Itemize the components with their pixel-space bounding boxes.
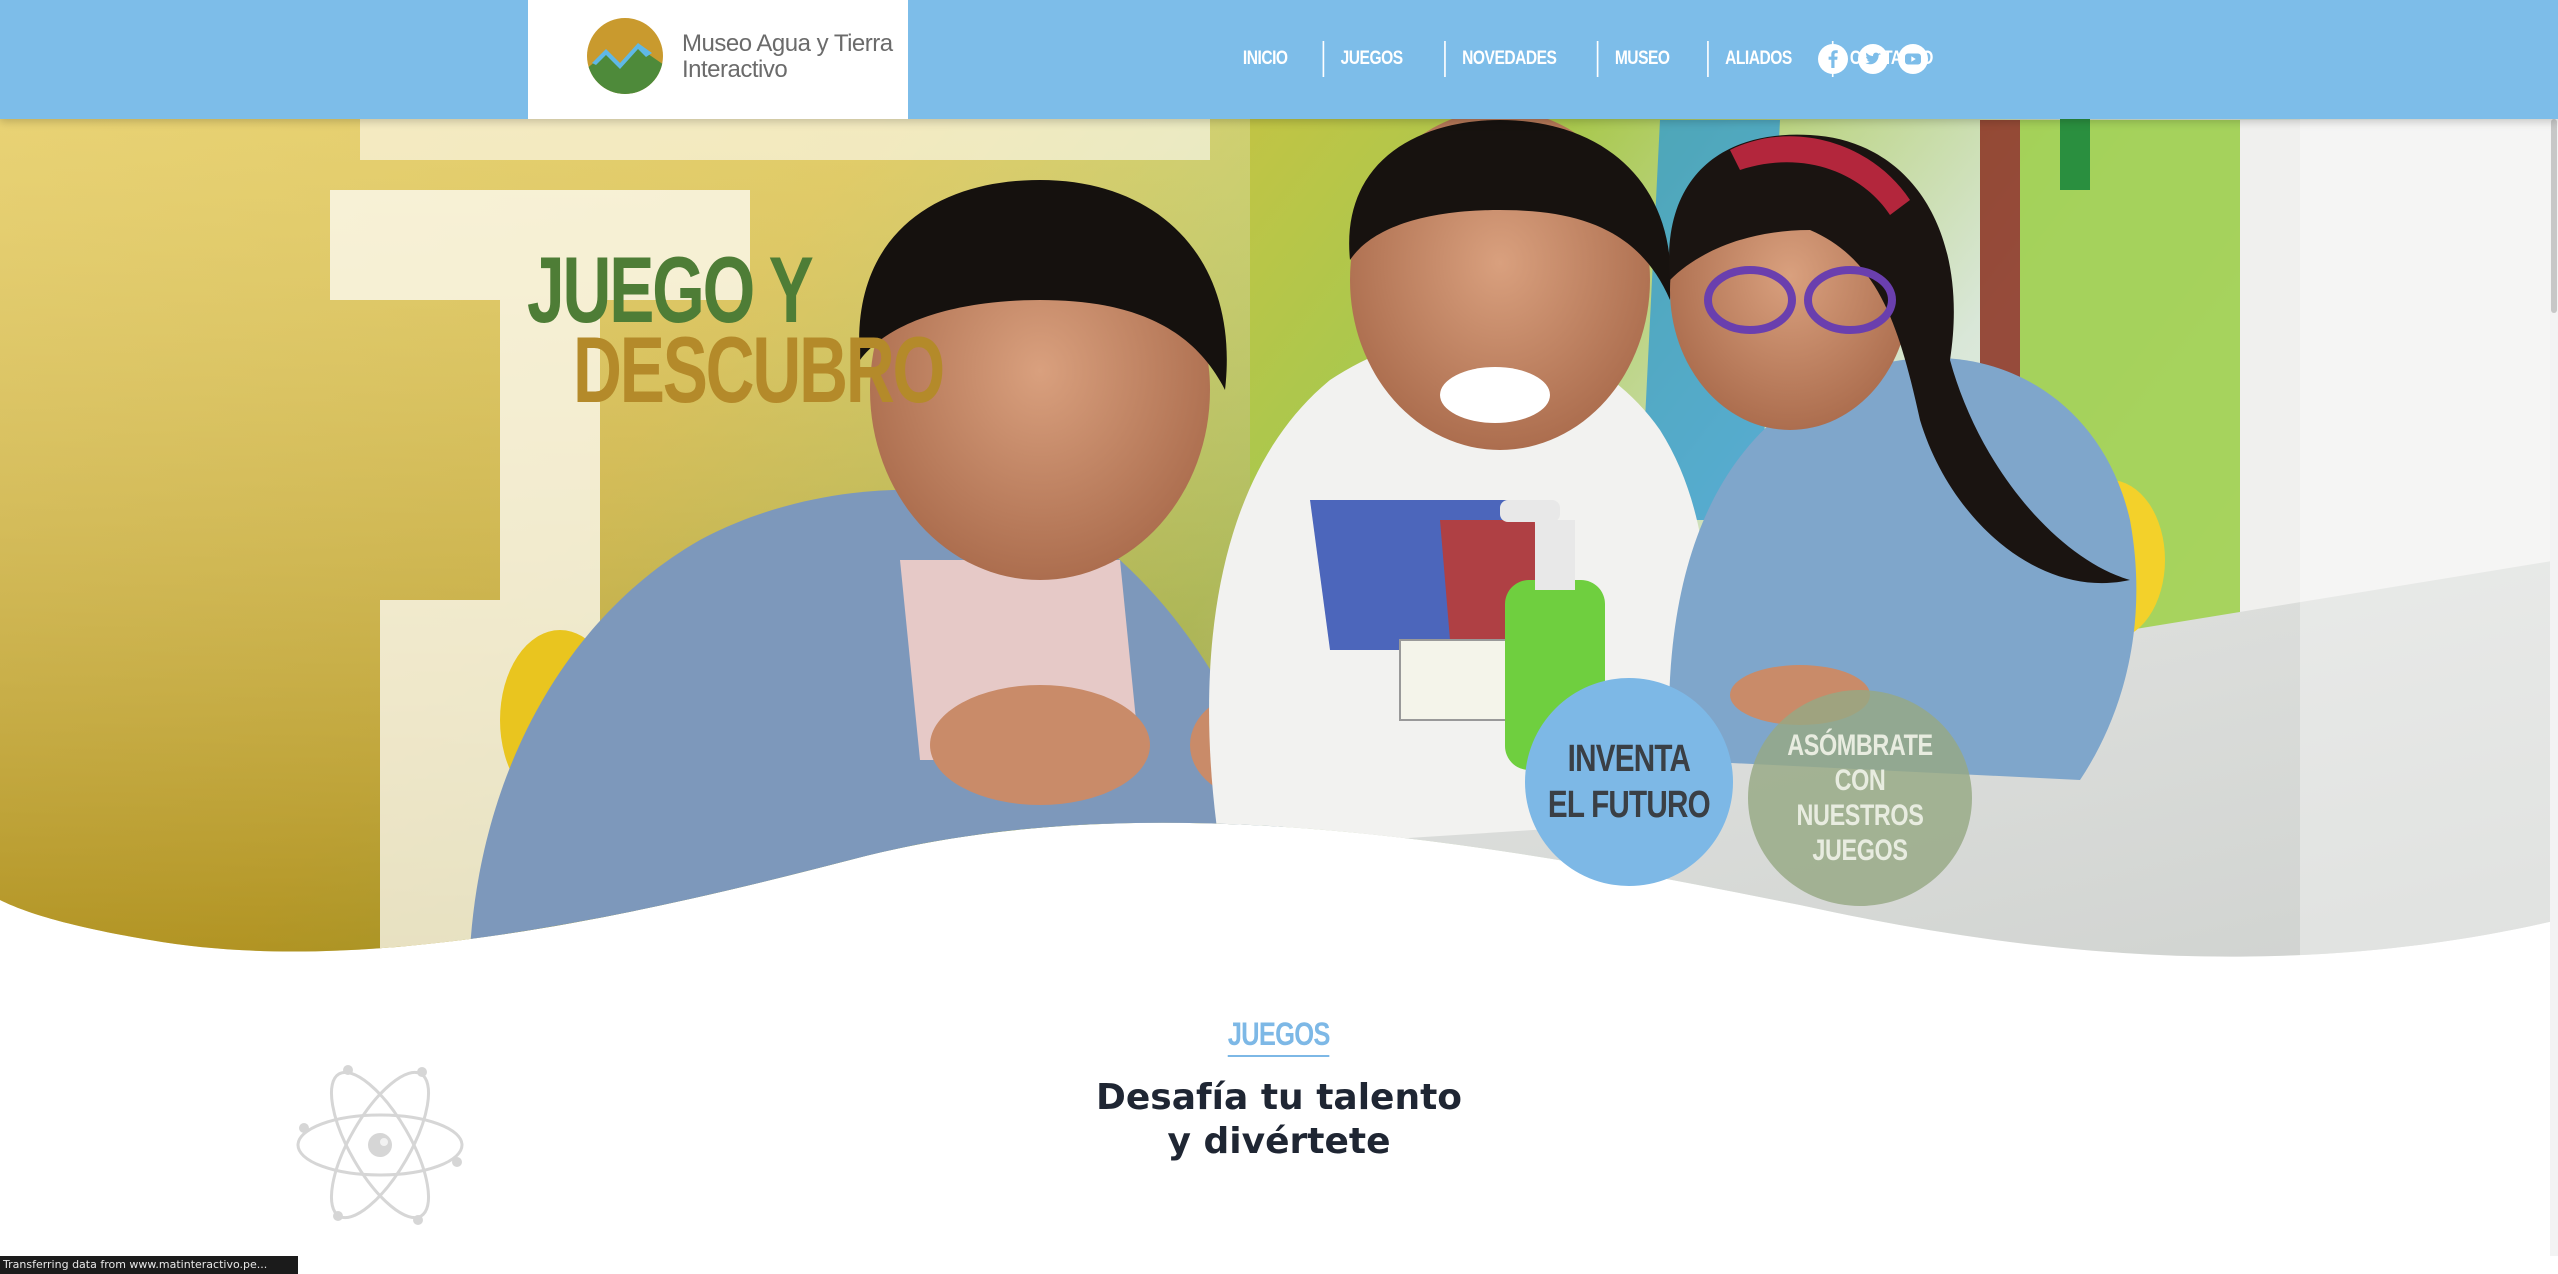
page-scrollbar[interactable] — [2550, 119, 2558, 1256]
twitter-glyph — [1865, 52, 1881, 65]
hero-photo — [0, 0, 2558, 957]
asombrate-juegos-button[interactable]: ASÓMBRATE CON NUESTROS JUEGOS — [1748, 690, 1972, 906]
youtube-icon[interactable] — [1898, 44, 1928, 74]
nav-item-inicio[interactable]: INICIO — [1227, 41, 1304, 77]
site-logo[interactable]: Museo Agua y Tierra Interactivo — [528, 0, 908, 119]
youtube-glyph — [1905, 53, 1921, 65]
nav-item-aliados[interactable]: ALIADOS — [1706, 41, 1808, 77]
nav-item-museo[interactable]: MUSEO — [1596, 41, 1686, 77]
logo-text-line-1: Museo Agua y Tierra — [682, 30, 893, 57]
facebook-icon[interactable] — [1818, 44, 1848, 74]
games-title-line-2: y divértete — [1167, 1121, 1391, 1162]
nav-item-novedades[interactable]: NOVEDADES — [1444, 41, 1573, 77]
site-header: Museo Agua y Tierra Interactivo INICIO J… — [0, 0, 2558, 119]
inventa-button-line-2: EL FUTURO — [1547, 784, 1711, 826]
nav-item-juegos[interactable]: JUEGOS — [1323, 41, 1419, 77]
scrollbar-thumb[interactable] — [2551, 119, 2557, 313]
inventa-el-futuro-button[interactable]: INVENTA EL FUTURO — [1525, 678, 1733, 886]
games-section-title: Desafía tu talento y divértete — [0, 1076, 2558, 1164]
hero-banner: JUEGO Y DESCUBRO INVENTA EL FUTURO ASÓMB… — [0, 0, 2558, 980]
games-label[interactable]: JUEGOS — [1228, 1016, 1331, 1057]
juegos-button-line-2: CON NUESTROS — [1796, 764, 1924, 832]
logo-text: Museo Agua y Tierra Interactivo — [682, 31, 893, 83]
games-title-line-1: Desafía tu talento — [1095, 1077, 1463, 1118]
social-links — [1818, 44, 1928, 74]
logo-text-line-2: Interactivo — [682, 56, 788, 83]
headline-line-2: DESCUBRO — [573, 317, 945, 422]
museum-logo-icon — [587, 18, 663, 94]
games-section-label: JUEGOS — [0, 1016, 2558, 1057]
browser-status-bar: Transferring data from www.matinteractiv… — [0, 1256, 298, 1274]
inventa-button-line-1: INVENTA — [1567, 738, 1691, 780]
twitter-icon[interactable] — [1858, 44, 1888, 74]
facebook-glyph — [1828, 50, 1838, 68]
juegos-button-line-1: ASÓMBRATE — [1787, 729, 1933, 762]
hero-headline: JUEGO Y DESCUBRO — [527, 243, 1087, 422]
juegos-button-line-3: JUEGOS — [1812, 834, 1908, 867]
